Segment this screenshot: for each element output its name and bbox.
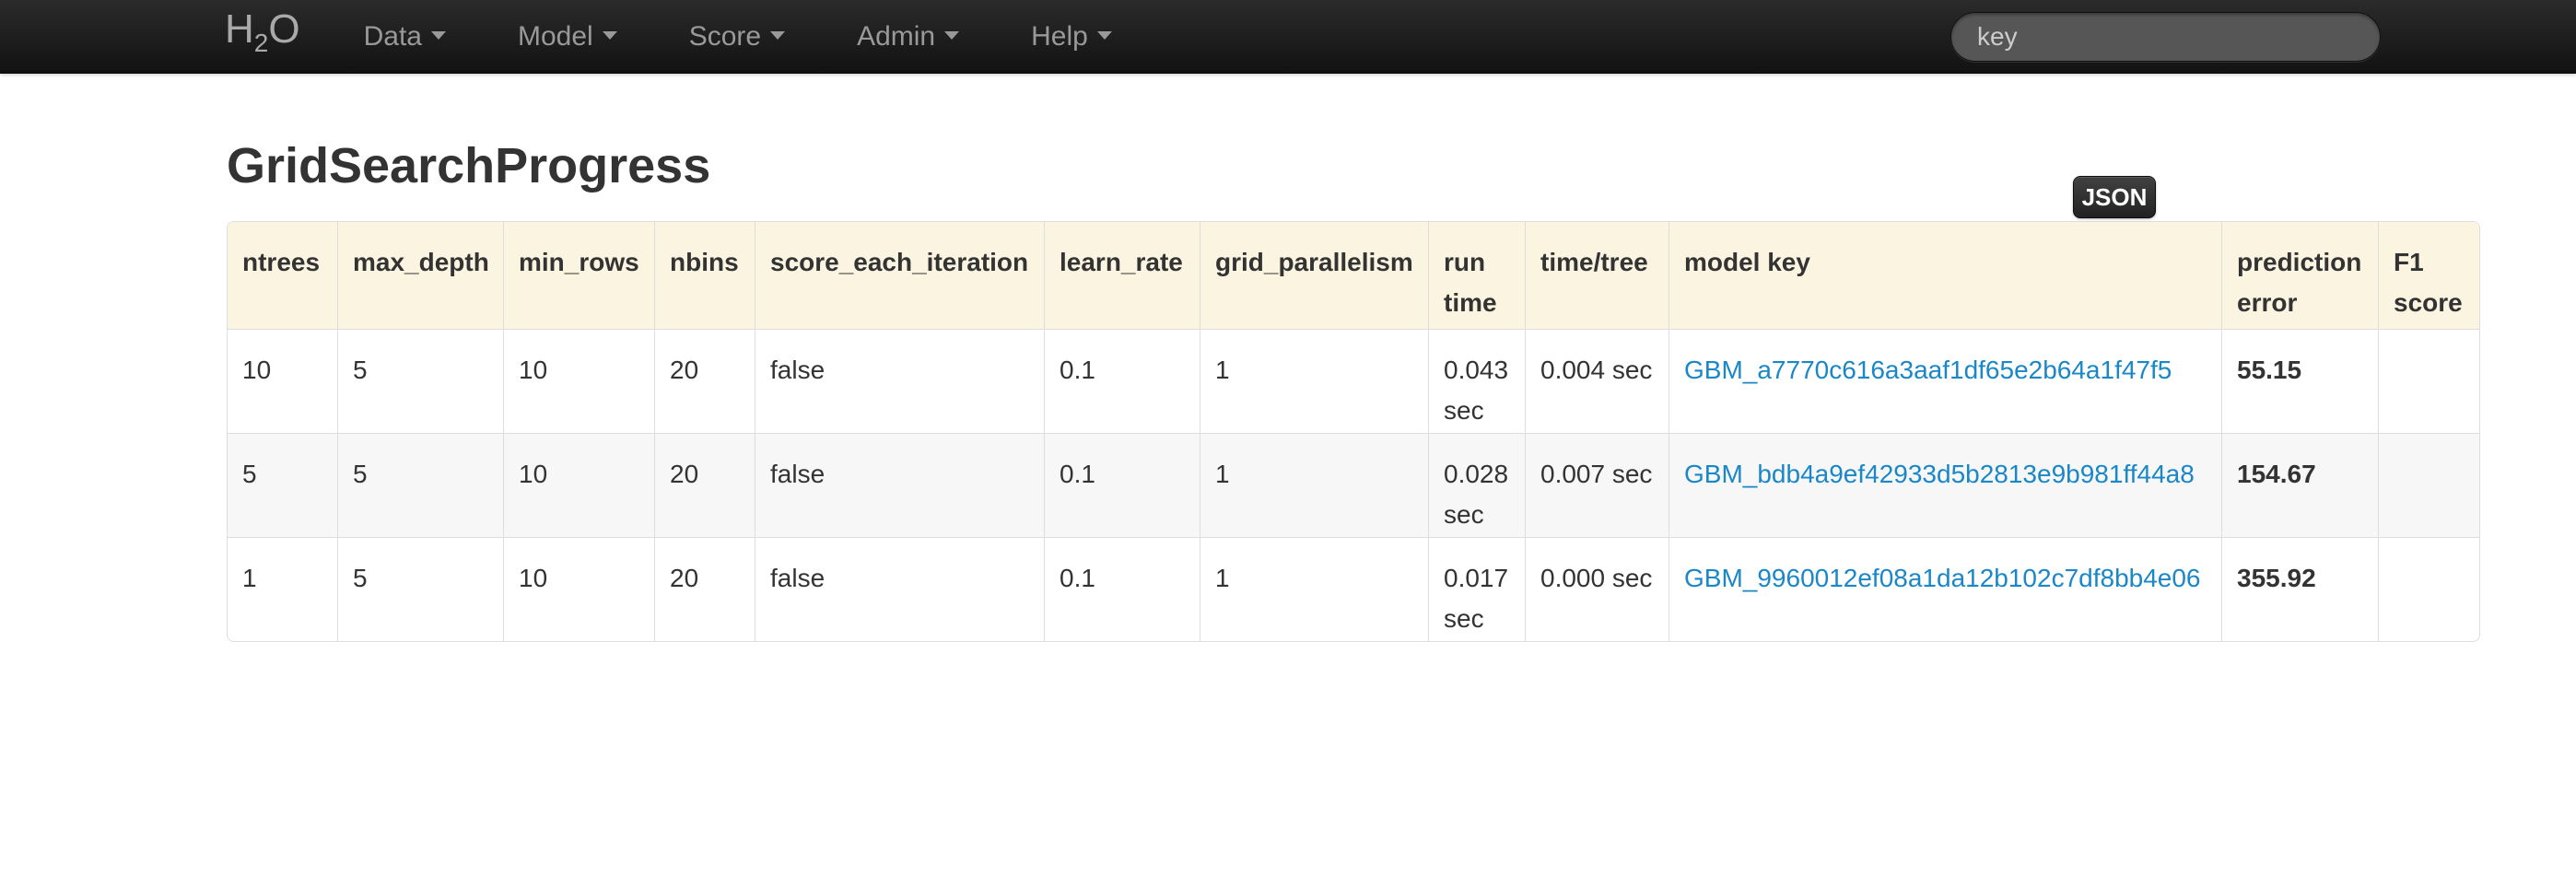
chevron-down-icon: [603, 31, 617, 40]
table-body: 10 5 10 20 false 0.1 1 0.043 sec 0.004 s…: [228, 329, 2479, 641]
col-header-min-rows: min_rows: [503, 222, 654, 329]
menu-model[interactable]: Model: [482, 0, 653, 74]
cell-run-time: 0.028 sec: [1428, 433, 1525, 537]
table-row: 5 5 10 20 false 0.1 1 0.028 sec 0.007 se…: [228, 433, 2479, 537]
key-search-input[interactable]: [1950, 12, 2381, 62]
cell-learn-rate: 0.1: [1044, 433, 1200, 537]
cell-score-each-iteration: false: [755, 433, 1044, 537]
menu-model-label: Model: [518, 21, 593, 52]
model-key-link[interactable]: GBM_9960012ef08a1da12b102c7df8bb4e06: [1684, 564, 2201, 592]
cell-grid-parallelism: 1: [1200, 433, 1428, 537]
h2o-logo[interactable]: H2O: [225, 0, 300, 80]
cell-ntrees: 10: [228, 329, 337, 433]
table-row: 1 5 10 20 false 0.1 1 0.017 sec 0.000 se…: [228, 537, 2479, 641]
chevron-down-icon: [431, 31, 446, 40]
cell-f1-score: [2378, 329, 2479, 433]
cell-model-key: GBM_bdb4a9ef42933d5b2813e9b981ff44a8: [1669, 433, 2221, 537]
cell-f1-score: [2378, 433, 2479, 537]
col-header-nbins: nbins: [654, 222, 755, 329]
chevron-down-icon: [1097, 31, 1112, 40]
col-header-run-time: run time: [1428, 222, 1525, 329]
menu-item-model: Model: [482, 0, 653, 74]
cell-min-rows: 10: [503, 329, 654, 433]
menu-item-help: Help: [995, 0, 1148, 74]
cell-time-per-tree: 0.007 sec: [1525, 433, 1669, 537]
table-row: 10 5 10 20 false 0.1 1 0.043 sec 0.004 s…: [228, 329, 2479, 433]
cell-nbins: 20: [654, 329, 755, 433]
cell-learn-rate: 0.1: [1044, 329, 1200, 433]
menu-admin[interactable]: Admin: [821, 0, 995, 74]
logo-subscript: 2: [254, 29, 269, 57]
col-header-grid-parallelism: grid_parallelism: [1200, 222, 1428, 329]
cell-prediction-error: 154.67: [2221, 433, 2378, 537]
col-header-f1-score: F1 score: [2378, 222, 2479, 329]
cell-score-each-iteration: false: [755, 537, 1044, 641]
cell-f1-score: [2378, 537, 2479, 641]
page-title: GridSearchProgress: [227, 138, 2576, 193]
menu-help-label: Help: [1031, 21, 1088, 52]
logo-text-o: O: [268, 6, 299, 52]
cell-run-time: 0.043 sec: [1428, 329, 1525, 433]
menu-admin-label: Admin: [857, 21, 935, 52]
menu-score[interactable]: Score: [653, 0, 821, 74]
cell-time-per-tree: 0.004 sec: [1525, 329, 1669, 433]
col-header-learn-rate: learn_rate: [1044, 222, 1200, 329]
menu-score-label: Score: [689, 21, 761, 52]
cell-grid-parallelism: 1: [1200, 537, 1428, 641]
cell-grid-parallelism: 1: [1200, 329, 1428, 433]
cell-nbins: 20: [654, 537, 755, 641]
cell-score-each-iteration: false: [755, 329, 1044, 433]
cell-min-rows: 10: [503, 433, 654, 537]
cell-max-depth: 5: [337, 433, 503, 537]
col-header-ntrees: ntrees: [228, 222, 337, 329]
json-button[interactable]: JSON: [2073, 176, 2156, 218]
cell-prediction-error: 55.15: [2221, 329, 2378, 433]
menu-item-data: Data: [328, 0, 482, 74]
chevron-down-icon: [944, 31, 959, 40]
cell-time-per-tree: 0.000 sec: [1525, 537, 1669, 641]
model-key-link[interactable]: GBM_bdb4a9ef42933d5b2813e9b981ff44a8: [1684, 460, 2195, 488]
cell-ntrees: 5: [228, 433, 337, 537]
cell-learn-rate: 0.1: [1044, 537, 1200, 641]
cell-max-depth: 5: [337, 537, 503, 641]
logo-text: H: [225, 6, 254, 52]
main-menu: Data Model Score Admin Help: [328, 0, 1148, 74]
table-header: ntrees max_depth min_rows nbins score_ea…: [228, 222, 2479, 329]
col-header-model-key: model key: [1669, 222, 2221, 329]
menu-help[interactable]: Help: [995, 0, 1148, 74]
page-content: JSON GridSearchProgress ntrees max_depth…: [0, 138, 2576, 642]
cell-prediction-error: 355.92: [2221, 537, 2378, 641]
cell-ntrees: 1: [228, 537, 337, 641]
chevron-down-icon: [770, 31, 785, 40]
cell-run-time: 0.017 sec: [1428, 537, 1525, 641]
col-header-score-each-iteration: score_each_iteration: [755, 222, 1044, 329]
col-header-time-per-tree: time/tree: [1525, 222, 1669, 329]
top-navbar: H2O Data Model Score Admin Help: [0, 0, 2576, 74]
menu-item-score: Score: [653, 0, 821, 74]
cell-model-key: GBM_a7770c616a3aaf1df65e2b64a1f47f5: [1669, 329, 2221, 433]
col-header-max-depth: max_depth: [337, 222, 503, 329]
grid-search-results-table: ntrees max_depth min_rows nbins score_ea…: [227, 221, 2480, 642]
cell-model-key: GBM_9960012ef08a1da12b102c7df8bb4e06: [1669, 537, 2221, 641]
menu-data-label: Data: [364, 21, 422, 52]
col-header-prediction-error: prediction error: [2221, 222, 2378, 329]
model-key-link[interactable]: GBM_a7770c616a3aaf1df65e2b64a1f47f5: [1684, 356, 2172, 384]
cell-max-depth: 5: [337, 329, 503, 433]
header-row: ntrees max_depth min_rows nbins score_ea…: [228, 222, 2479, 329]
cell-nbins: 20: [654, 433, 755, 537]
menu-data[interactable]: Data: [328, 0, 482, 74]
cell-min-rows: 10: [503, 537, 654, 641]
menu-item-admin: Admin: [821, 0, 995, 74]
